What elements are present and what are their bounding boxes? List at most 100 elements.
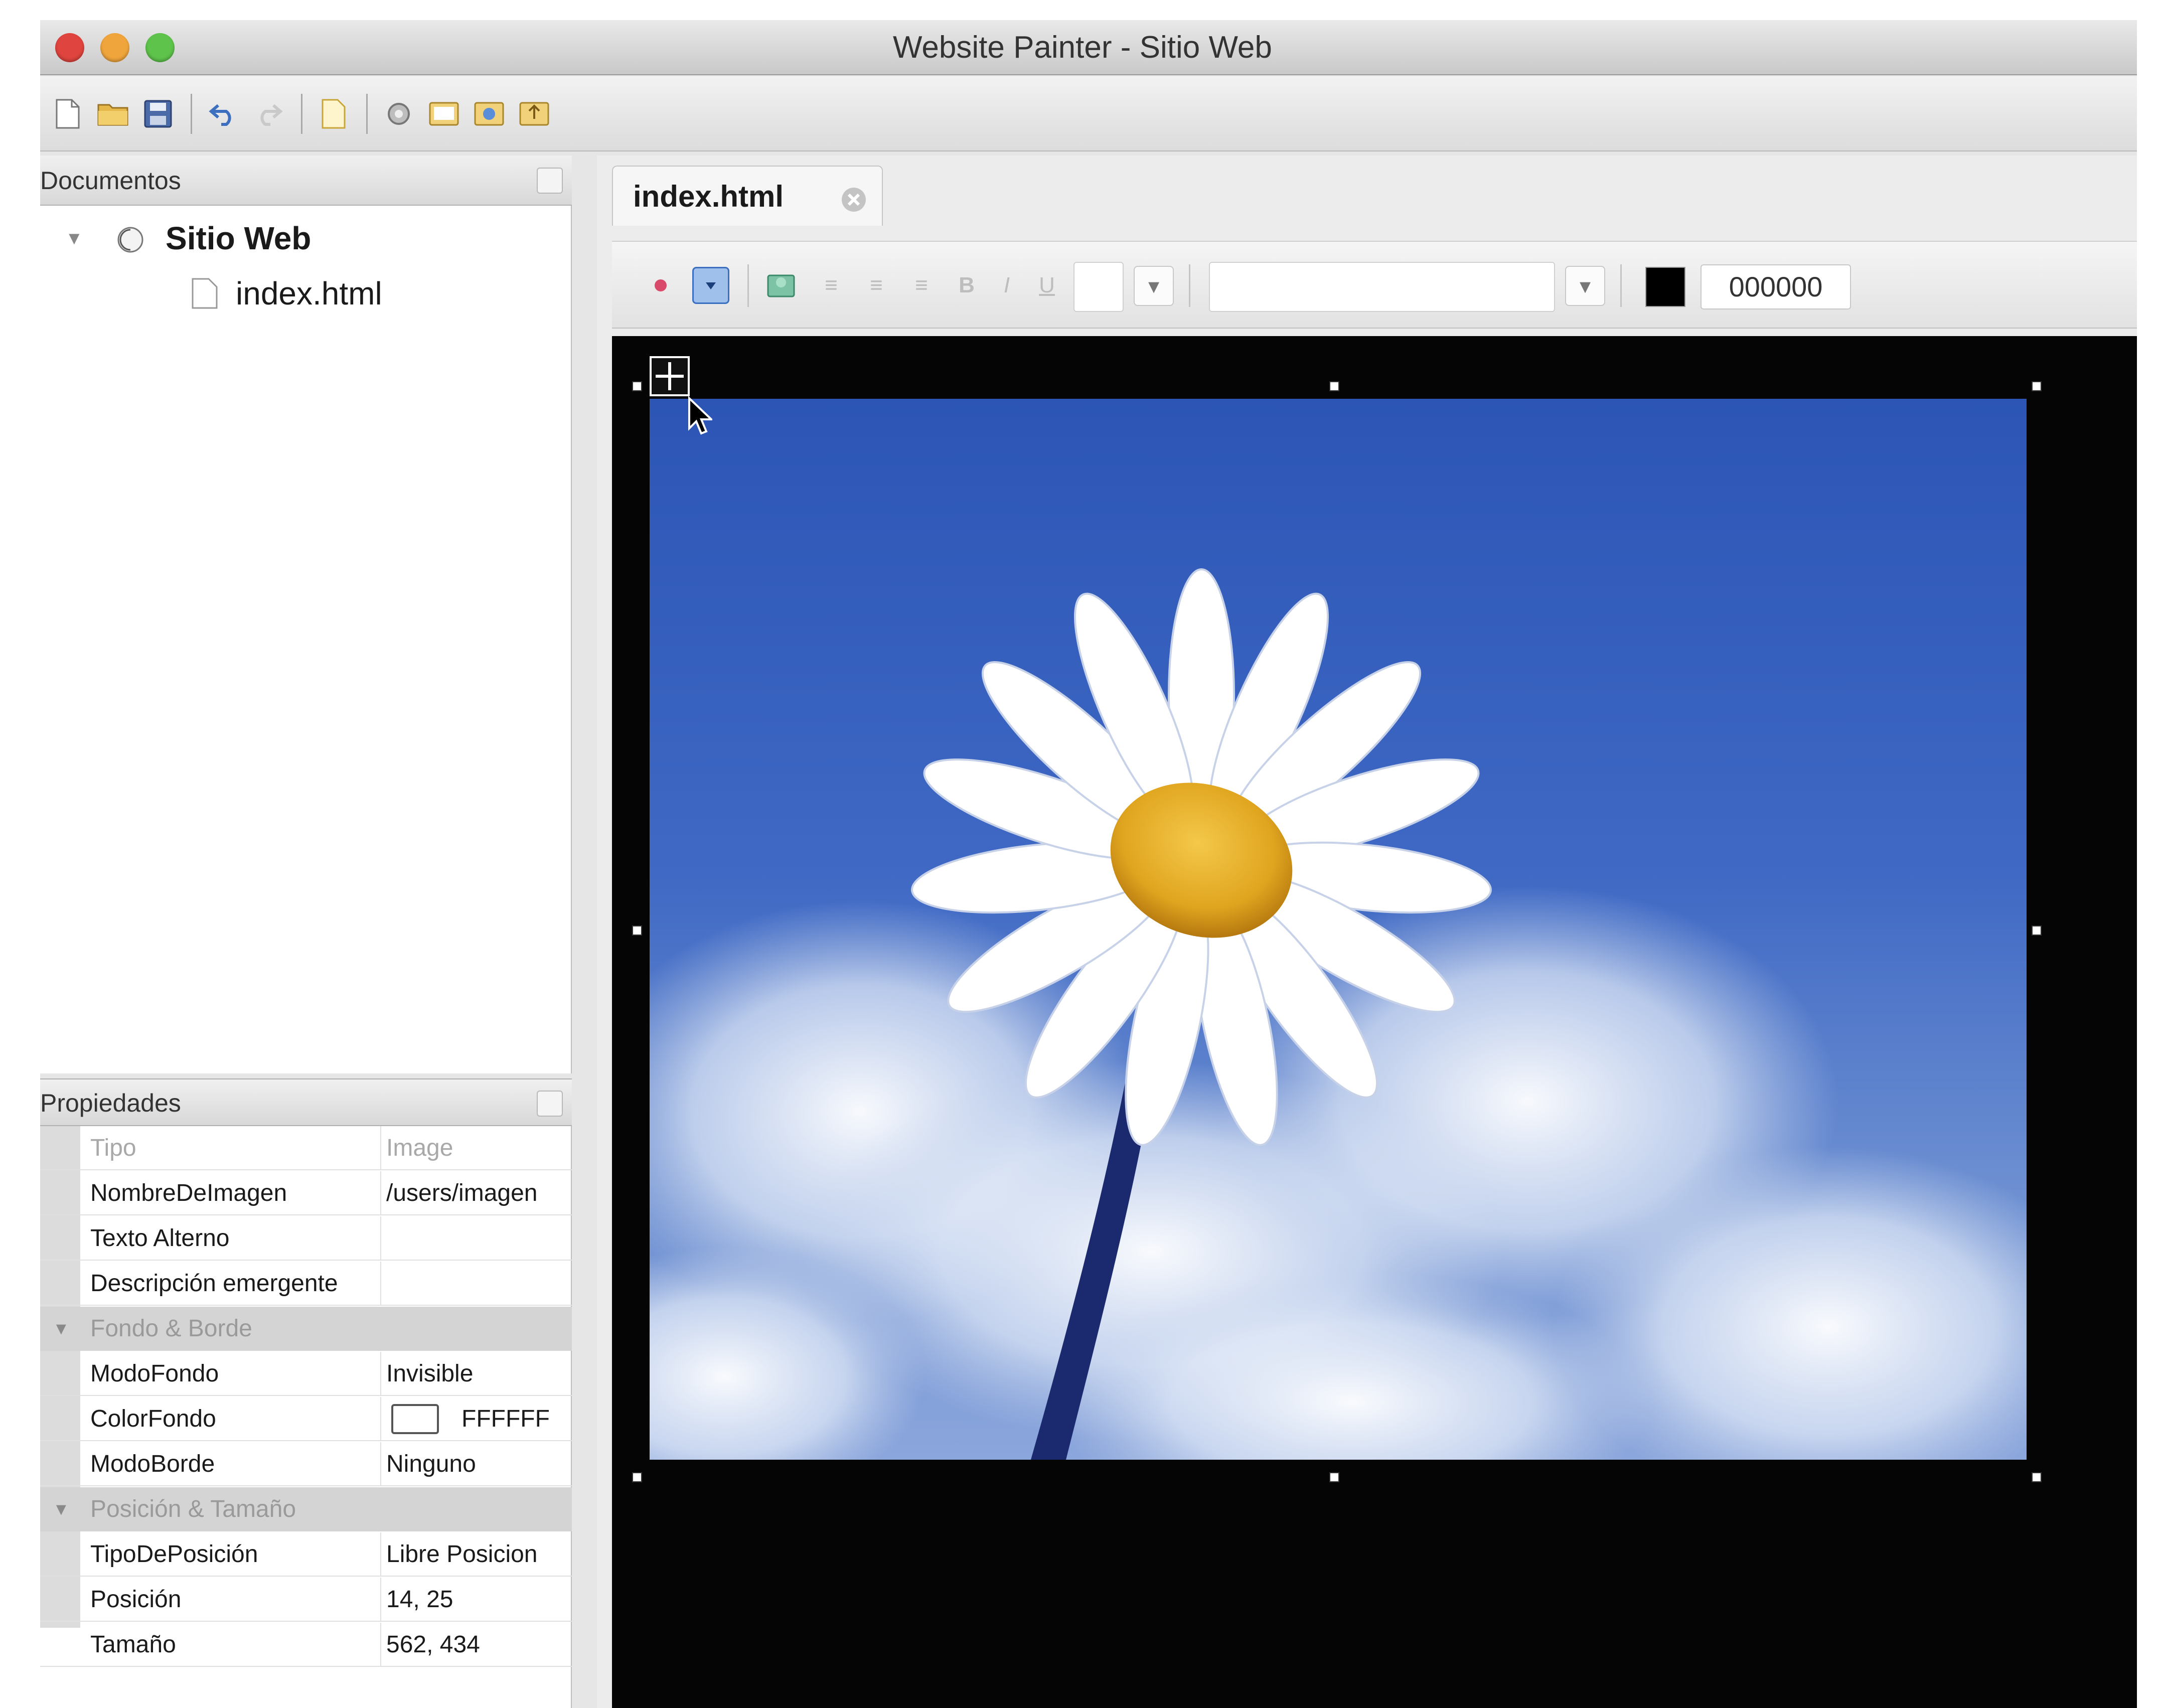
preview-icon[interactable] bbox=[426, 96, 461, 131]
property-value[interactable]: /users/imagen bbox=[386, 1171, 572, 1215]
tab-index-html[interactable]: index.html bbox=[612, 166, 883, 226]
resize-handle[interactable] bbox=[2032, 1472, 2042, 1482]
text-color-swatch[interactable] bbox=[1645, 267, 1685, 307]
tree-item-label: Sitio Web bbox=[166, 220, 312, 256]
property-label: ModoFondo bbox=[90, 1352, 381, 1396]
resize-handle[interactable] bbox=[632, 381, 642, 391]
format-separator bbox=[1189, 264, 1190, 307]
toolbar-separator bbox=[301, 94, 302, 134]
font-family-input[interactable] bbox=[1209, 262, 1555, 312]
toolbar-separator bbox=[191, 94, 192, 134]
format-toolbar: ≡ ≡ ≡ B I U ▾ ▾ 000000 bbox=[612, 241, 2137, 329]
italic-icon[interactable]: I bbox=[988, 267, 1025, 304]
site-icon bbox=[117, 227, 143, 253]
daisy-image[interactable] bbox=[650, 399, 2027, 1460]
align-center-icon[interactable]: ≡ bbox=[858, 267, 895, 304]
property-value[interactable]: Libre Posicion bbox=[386, 1532, 572, 1577]
property-category-label: Posición & Tamaño bbox=[90, 1496, 296, 1522]
property-value[interactable]: FFFFFF bbox=[386, 1397, 572, 1441]
property-row[interactable]: Texto Alterno bbox=[40, 1216, 572, 1261]
insert-image-icon[interactable] bbox=[762, 267, 800, 304]
upload-icon[interactable] bbox=[517, 96, 552, 131]
property-value[interactable] bbox=[386, 1216, 572, 1261]
properties-panel: Propiedades Tipo Image NombreDeImagen /u… bbox=[40, 1078, 572, 1708]
mouse-cursor-icon bbox=[688, 396, 712, 435]
property-row[interactable]: ModoFondo Invisible bbox=[40, 1352, 572, 1396]
property-row[interactable]: Posición 14, 25 bbox=[40, 1578, 572, 1622]
publish-icon[interactable] bbox=[472, 96, 507, 131]
property-value[interactable]: Invisible bbox=[386, 1352, 572, 1396]
property-row[interactable]: NombreDeImagen /users/imagen bbox=[40, 1171, 572, 1215]
resize-handle[interactable] bbox=[1329, 381, 1339, 391]
color-hex: FFFFFF bbox=[461, 1406, 550, 1432]
property-row[interactable]: ColorFondo FFFFFF bbox=[40, 1397, 572, 1441]
property-label: Texto Alterno bbox=[90, 1216, 381, 1261]
font-size-dropdown[interactable]: ▾ bbox=[1134, 266, 1174, 306]
main-toolbar bbox=[40, 76, 2137, 151]
property-value[interactable]: 14, 25 bbox=[386, 1578, 572, 1622]
window-title: Website Painter - Sitio Web bbox=[893, 30, 1272, 65]
properties-panel-title: Propiedades bbox=[40, 1089, 181, 1117]
tree-item-index[interactable]: index.html bbox=[191, 266, 562, 321]
property-value: Image bbox=[386, 1135, 453, 1161]
daisy-image-graphic bbox=[650, 568, 2027, 1460]
bold-icon[interactable]: B bbox=[948, 267, 985, 304]
tree-item-site[interactable]: ▼ Sitio Web bbox=[65, 211, 567, 266]
property-row[interactable]: Tamaño 562, 434 bbox=[40, 1623, 572, 1667]
property-label: TipoDePosición bbox=[90, 1532, 381, 1577]
collapse-arrow-icon[interactable]: ▼ bbox=[53, 1487, 70, 1531]
html-file-icon bbox=[192, 278, 218, 309]
property-category[interactable]: ▼ Posición & Tamaño bbox=[40, 1487, 572, 1531]
redo-icon[interactable] bbox=[251, 96, 286, 131]
documents-panel-close-button[interactable] bbox=[537, 168, 563, 194]
resize-handle[interactable] bbox=[632, 1472, 642, 1482]
save-icon[interactable] bbox=[140, 96, 176, 131]
property-row[interactable]: Descripción emergente bbox=[40, 1262, 572, 1306]
design-canvas[interactable] bbox=[612, 336, 2137, 1708]
color-swatch[interactable] bbox=[391, 1404, 439, 1434]
property-value[interactable]: 562, 434 bbox=[386, 1623, 572, 1667]
properties-panel-header: Propiedades bbox=[40, 1078, 572, 1126]
documents-panel-title: Documentos bbox=[40, 167, 181, 195]
close-tab-icon[interactable] bbox=[839, 185, 869, 215]
collapse-arrow-icon[interactable]: ▼ bbox=[53, 1307, 70, 1351]
new-file-icon[interactable] bbox=[50, 96, 85, 131]
property-label: Descripción emergente bbox=[90, 1262, 381, 1306]
font-family-dropdown[interactable]: ▾ bbox=[1565, 266, 1605, 306]
documents-panel: Documentos ▼ Sitio Web index.html bbox=[40, 156, 572, 1073]
color-hex-input[interactable]: 000000 bbox=[1701, 264, 1851, 309]
open-folder-icon[interactable] bbox=[95, 96, 130, 131]
page-icon[interactable] bbox=[316, 96, 351, 131]
resize-handle[interactable] bbox=[1329, 1472, 1339, 1482]
move-handle-icon[interactable] bbox=[650, 356, 690, 396]
property-category[interactable]: ▼ Fondo & Borde bbox=[40, 1307, 572, 1351]
properties-panel-close-button[interactable] bbox=[537, 1091, 563, 1117]
align-right-icon[interactable]: ≡ bbox=[903, 267, 940, 304]
font-size-input[interactable] bbox=[1073, 262, 1124, 312]
documents-panel-header: Documentos bbox=[40, 156, 572, 206]
app-window: Website Painter - Sitio Web Documentos ▼… bbox=[40, 20, 2137, 1708]
settings-icon[interactable] bbox=[381, 96, 416, 131]
underline-icon[interactable]: U bbox=[1028, 267, 1065, 304]
property-label: Tipo bbox=[90, 1126, 381, 1170]
style-icon[interactable] bbox=[642, 267, 679, 304]
title-bar: Website Painter - Sitio Web bbox=[40, 20, 2137, 75]
tree-item-label: index.html bbox=[236, 275, 382, 312]
property-label: ModoBorde bbox=[90, 1442, 381, 1486]
resize-handle[interactable] bbox=[632, 925, 642, 936]
resize-handle[interactable] bbox=[2032, 381, 2042, 391]
resize-handle[interactable] bbox=[2032, 925, 2042, 936]
property-label: ColorFondo bbox=[90, 1397, 381, 1441]
property-label: Tamaño bbox=[90, 1623, 381, 1667]
format-separator bbox=[747, 264, 749, 307]
expand-arrow-icon[interactable]: ▼ bbox=[65, 211, 83, 266]
undo-icon[interactable] bbox=[206, 96, 241, 131]
dropdown-button[interactable] bbox=[692, 267, 729, 304]
property-row[interactable]: Tipo Image bbox=[40, 1126, 572, 1170]
align-left-icon[interactable]: ≡ bbox=[813, 267, 850, 304]
property-row[interactable]: ModoBorde Ninguno bbox=[40, 1442, 572, 1486]
property-category-label: Fondo & Borde bbox=[90, 1315, 252, 1342]
property-value[interactable] bbox=[386, 1262, 572, 1306]
property-row[interactable]: TipoDePosición Libre Posicion bbox=[40, 1532, 572, 1577]
property-value[interactable]: Ninguno bbox=[386, 1442, 572, 1486]
